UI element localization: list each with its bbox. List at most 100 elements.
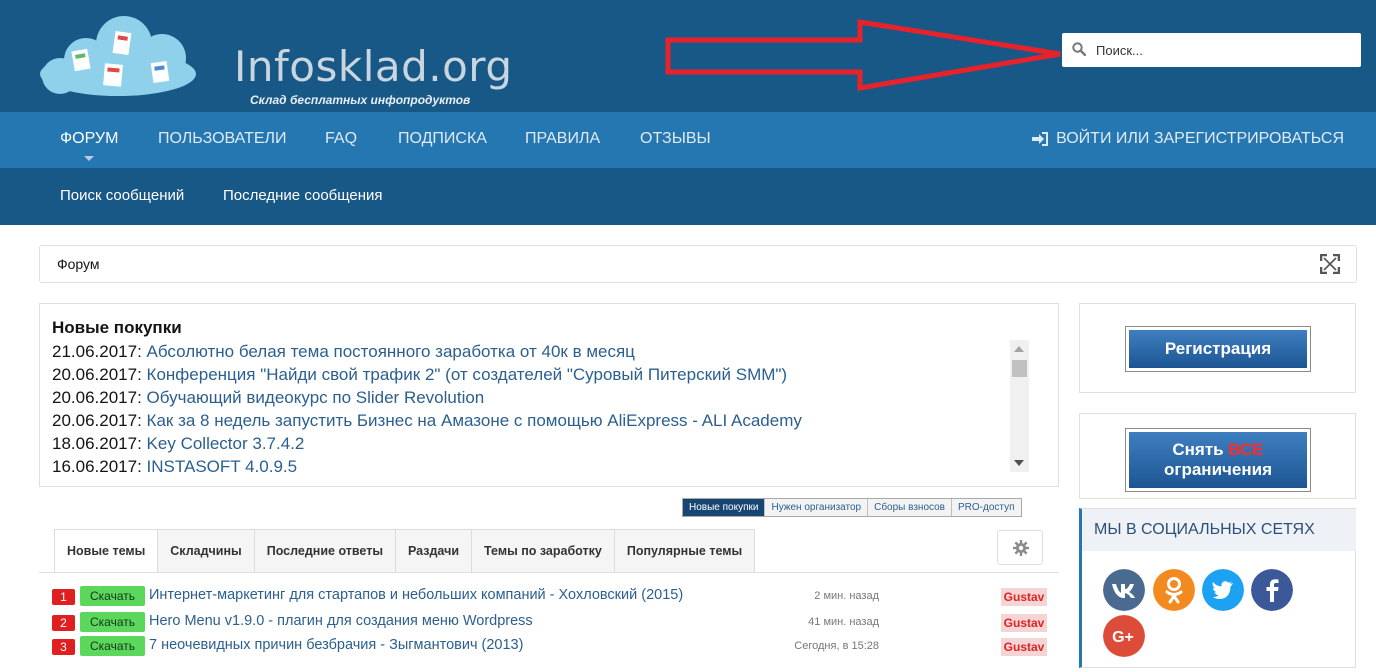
twitter-icon[interactable] xyxy=(1202,569,1244,611)
subnav-recent-posts[interactable]: Последние сообщения xyxy=(223,187,383,204)
tab-popular-topics[interactable]: Популярные темы xyxy=(614,529,756,573)
topic-time: 2 мин. назад xyxy=(814,590,879,602)
login-register-link[interactable]: Войти или зарегистрироваться xyxy=(1032,130,1344,148)
sub-nav: Поиск сообщений Последние сообщения xyxy=(0,168,1376,225)
nav-item-subscription[interactable]: Подписка xyxy=(398,130,487,148)
odnoklassniki-icon[interactable] xyxy=(1153,569,1195,611)
purchases-list: 21.06.2017: Абсолютно белая тема постоян… xyxy=(52,340,802,478)
purchase-link[interactable]: Конференция "Найди свой трафик 2" (от со… xyxy=(147,365,788,384)
site-header: Infosklad.org Склад бесплатных инфопроду… xyxy=(0,0,1376,112)
scroll-up-icon[interactable] xyxy=(1014,346,1024,352)
topic-author[interactable]: Gustav xyxy=(1001,614,1047,632)
remove-limits-label: Снять ВСЕ ограничения xyxy=(1129,432,1307,488)
remove-limits-highlight: ВСЕ xyxy=(1228,440,1264,459)
search-icon xyxy=(1072,42,1086,56)
topic-link[interactable]: Интернет-маркетинг для стартапов и небол… xyxy=(149,587,683,603)
tab-giveaways[interactable]: Раздачи xyxy=(396,529,473,573)
table-row: 2 Скачать Hero Menu v1.9.0 - плагин для … xyxy=(39,610,1059,635)
gear-icon xyxy=(1013,540,1029,556)
nav-item-reviews[interactable]: Отзывы xyxy=(640,130,711,148)
tab-pro-access[interactable]: PRO-доступ xyxy=(951,499,1021,516)
tab-latest-replies[interactable]: Последние ответы xyxy=(254,529,396,573)
remove-limits-text-2: ограничения xyxy=(1164,460,1272,479)
tab-new-purchases[interactable]: Новые покупки xyxy=(683,499,765,516)
table-row: 3 Скачать 7 неочевидных причин безбрачия… xyxy=(39,634,1059,659)
topic-time: Сегодня, в 15:28 xyxy=(794,640,879,652)
search-input[interactable] xyxy=(1096,33,1356,67)
purchase-date: 18.06.2017: xyxy=(52,434,142,453)
purchases-tabs: Новые покупки Нужен организатор Сборы вз… xyxy=(682,498,1022,517)
nav-item-forum[interactable]: Форум xyxy=(60,130,118,148)
download-button[interactable]: Скачать xyxy=(80,586,145,606)
topics-list: 1 Скачать Интернет-маркетинг для стартап… xyxy=(39,572,1059,672)
tab-new-topics[interactable]: Новые темы xyxy=(54,529,159,573)
subnav-search-posts[interactable]: Поиск сообщений xyxy=(60,187,184,204)
table-row: 1 Скачать Интернет-маркетинг для стартап… xyxy=(39,584,1059,609)
tab-earning-topics[interactable]: Темы по заработку xyxy=(472,529,615,573)
breadcrumb-forum[interactable]: Форум xyxy=(57,256,100,272)
purchase-link[interactable]: Key Collector 3.7.4.2 xyxy=(147,434,305,453)
nav-item-users[interactable]: Пользователи xyxy=(158,130,287,148)
register-label: Регистрация xyxy=(1129,330,1307,368)
new-purchases-panel: Новые покупки 21.06.2017: Абсолютно бела… xyxy=(39,303,1059,487)
tab-fee-collection[interactable]: Сборы взносов xyxy=(867,499,951,516)
purchases-scrollbar[interactable] xyxy=(1010,340,1029,472)
remove-limits-text: Снять xyxy=(1172,440,1224,459)
site-logo[interactable]: Infosklad.org Склад бесплатных инфопроду… xyxy=(38,12,512,107)
red-arrow-annotation-icon xyxy=(665,19,1061,91)
purchase-link[interactable]: Как за 8 недель запустить Бизнес на Амаз… xyxy=(147,411,802,430)
login-label: Войти или зарегистрироваться xyxy=(1056,130,1344,147)
list-item: 20.06.2017: Как за 8 недель запустить Би… xyxy=(52,409,802,432)
scroll-thumb[interactable] xyxy=(1012,360,1027,377)
list-item: 20.06.2017: Конференция "Найди свой траф… xyxy=(52,363,802,386)
search-box[interactable] xyxy=(1062,33,1361,67)
purchase-link[interactable]: INSTASOFT 4.0.9.5 xyxy=(147,457,298,476)
download-button[interactable]: Скачать xyxy=(80,612,145,632)
unlock-panel: Снять ВСЕ ограничения xyxy=(1079,413,1356,499)
purchase-link[interactable]: Абсолютно белая тема постоянного заработ… xyxy=(147,342,635,361)
caret-down-icon xyxy=(84,156,94,161)
topic-author[interactable]: Gustav xyxy=(1001,588,1047,606)
purchases-title: Новые покупки xyxy=(52,318,182,337)
topic-link[interactable]: 7 неочевидных причин безбрачия - Зыгмант… xyxy=(149,637,523,653)
topic-rank-badge: 1 xyxy=(52,589,75,605)
list-item: 18.06.2017: Key Collector 3.7.4.2 xyxy=(52,432,802,455)
tab-need-organizer[interactable]: Нужен организатор xyxy=(764,499,868,516)
purchase-date: 20.06.2017: xyxy=(52,388,142,407)
social-panel: Мы в социальных сетях G+ xyxy=(1079,508,1356,668)
breadcrumb: Форум xyxy=(39,245,1357,283)
logo-text: Infosklad.org xyxy=(234,42,513,91)
topics-tabs: Новые темы Складчины Последние ответы Ра… xyxy=(54,529,756,573)
download-button[interactable]: Скачать xyxy=(80,636,145,656)
topic-link[interactable]: Hero Menu v1.9.0 - плагин для создания м… xyxy=(149,613,533,629)
purchase-date: 16.06.2017: xyxy=(52,457,142,476)
main-nav: Форум Пользователи FAQ Подписка Правила … xyxy=(0,112,1376,168)
cloud-logo-icon xyxy=(40,16,196,96)
nav-item-rules[interactable]: Правила xyxy=(525,130,600,148)
list-item: 16.06.2017: INSTASOFT 4.0.9.5 xyxy=(52,455,802,478)
google-plus-icon[interactable]: G+ xyxy=(1103,615,1145,657)
purchase-date: 20.06.2017: xyxy=(52,365,142,384)
svg-text:G+: G+ xyxy=(1112,629,1134,646)
purchase-date: 20.06.2017: xyxy=(52,411,142,430)
topic-author[interactable]: Gustav xyxy=(1001,638,1047,656)
scroll-down-icon[interactable] xyxy=(1014,460,1024,466)
social-title: Мы в социальных сетях xyxy=(1082,509,1356,551)
remove-limits-button[interactable]: Снять ВСЕ ограничения xyxy=(1125,428,1311,492)
purchase-link[interactable]: Обучающий видеокурс по Slider Revolution xyxy=(147,388,485,407)
topic-rank-badge: 2 xyxy=(52,615,75,631)
register-button[interactable]: Регистрация xyxy=(1125,326,1311,372)
facebook-icon[interactable] xyxy=(1251,569,1293,611)
tab-skladchiny[interactable]: Складчины xyxy=(158,529,255,573)
logo-subtitle: Склад бесплатных инфопродуктов xyxy=(250,93,471,107)
vk-icon[interactable] xyxy=(1103,569,1145,611)
list-item: 21.06.2017: Абсолютно белая тема постоян… xyxy=(52,340,802,363)
settings-button[interactable] xyxy=(997,530,1043,565)
purchase-date: 21.06.2017: xyxy=(52,342,142,361)
fullscreen-icon[interactable] xyxy=(1320,254,1340,274)
nav-item-faq[interactable]: FAQ xyxy=(325,130,357,148)
register-panel: Регистрация xyxy=(1079,303,1356,393)
topic-time: 41 мин. назад xyxy=(808,616,879,628)
sign-in-icon xyxy=(1032,132,1049,146)
list-item: 20.06.2017: Обучающий видеокурс по Slide… xyxy=(52,386,802,409)
